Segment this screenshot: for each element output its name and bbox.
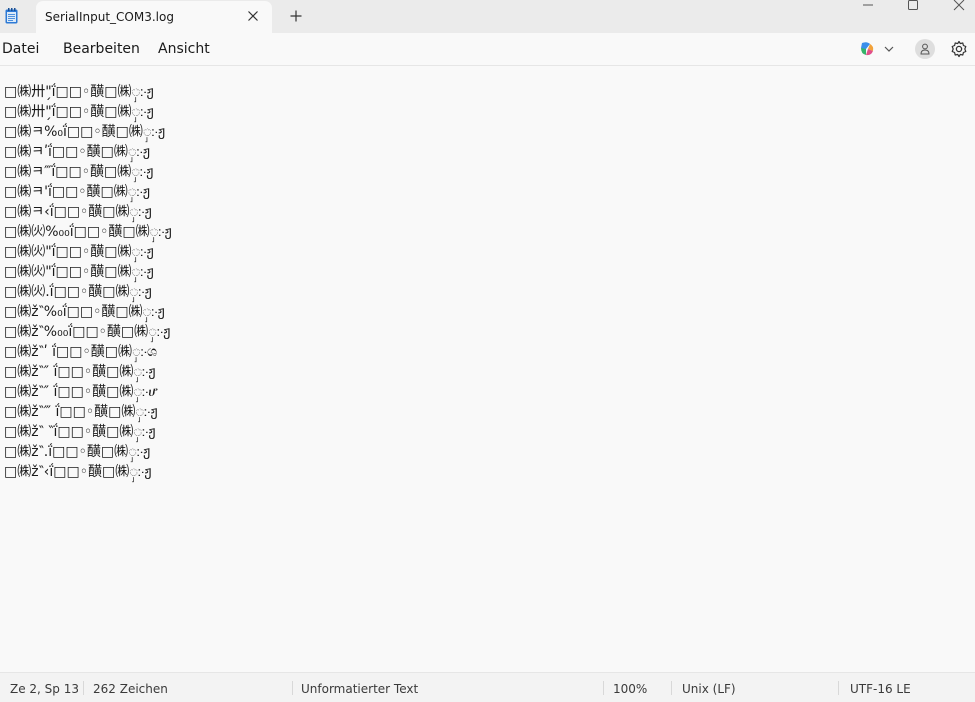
log-line: □㈱ㅋ‹ḯ□□◦䤑□㈱ှ჻ჟ	[4, 204, 152, 220]
log-line: □㈱㈫.ḯ□□◦䤑□㈱ှ჻ჟ	[4, 284, 152, 300]
window-close-icon[interactable]	[953, 0, 965, 12]
maximize-icon[interactable]	[907, 0, 919, 12]
tab-serialinput[interactable]: SerialInput_COM3.log	[36, 1, 272, 33]
log-line: □㈱ž‶‹ḯ□□◦䤑□㈱ှ჻ჟ	[4, 464, 152, 480]
status-zoom[interactable]: 100%	[613, 682, 647, 696]
log-line: □㈱ž‶%₀₀ḯ□□◦䤑□㈱ှ჻ჟ	[4, 324, 171, 340]
status-separator	[83, 681, 84, 695]
title-bar: SerialInput_COM3.log	[0, 0, 975, 33]
log-line: □㈱ㅋ‴ḯ□□◦䤑□㈱ှ჻ჟ	[4, 164, 154, 180]
menu-file[interactable]: Datei	[2, 41, 39, 57]
status-cursor-position: Ze 2, Sp 13	[10, 682, 79, 696]
log-line: □㈱㈫"ḯ□□◦䤑□㈱ှ჻ჟ	[4, 244, 154, 260]
log-line: □㈱ž‶ ‶ḯ□□◦䤑□㈱ှ჻ჟ	[4, 424, 156, 440]
log-line: □㈱ž‶ʹ ḯ□□◦䤑□㈱ှ჻ශ	[4, 344, 157, 360]
log-line: □㈱㈫%₀₀ḯ□□◦䤑□㈱ှ჻ჟ	[4, 224, 172, 240]
minimize-icon[interactable]	[862, 0, 874, 12]
log-line: □㈱ž‶.ḯ□□◦䤑□㈱ှ჻ჟ	[4, 444, 151, 460]
log-line: □㈱ž‶%₀ḯ□□◦䤑□㈱ှ჻ჟ	[4, 304, 165, 320]
menu-view[interactable]: Ansicht	[158, 41, 210, 57]
status-bar: Ze 2, Sp 13 262 Zeichen Unformatierter T…	[0, 672, 975, 702]
log-line: □㈱㈫"ḯ□□◦䤑□㈱ှ჻ჟ	[4, 264, 154, 280]
log-line: □㈱ž‶″ ḯ□□◦䤑□㈱ှ჻ሆ	[4, 384, 158, 400]
log-line: □㈱ㅋʹḯ□□◦䤑□㈱ှ჻ჟ	[4, 144, 151, 160]
status-format: Unformatierter Text	[301, 682, 419, 696]
chevron-down-icon[interactable]	[883, 43, 895, 55]
status-separator	[292, 681, 293, 695]
log-line: □㈱ㅋ'ḯ□□◦䤑□㈱ှ჻ჟ	[4, 184, 150, 200]
status-separator	[838, 681, 839, 695]
text-editor[interactable]: □㈱卅"̗ḯ□□◦䤑□㈱ှ჻ჟ □㈱卅"̗ḯ□□◦䤑□㈱ှ჻ჟ □㈱ㅋ%₀ḯ□□◦䤑…	[0, 66, 975, 672]
menu-bar: Datei Bearbeiten Ansicht	[0, 33, 975, 66]
close-icon[interactable]	[245, 8, 261, 24]
status-separator	[671, 681, 672, 695]
status-line-ending: Unix (LF)	[682, 682, 736, 696]
status-character-count: 262 Zeichen	[93, 682, 168, 696]
copilot-icon[interactable]	[858, 40, 876, 58]
status-encoding: UTF-16 LE	[850, 682, 911, 696]
account-icon[interactable]	[915, 39, 935, 59]
tab-title: SerialInput_COM3.log	[45, 10, 174, 24]
log-line: □㈱ž‶‴ ḯ□□◦䤑□㈱ှ჻ჟ	[4, 404, 158, 420]
log-line: □㈱卅"̗ḯ□□◦䤑□㈱ှ჻ჟ	[4, 104, 154, 120]
log-lines: □㈱卅"̗ḯ□□◦䤑□㈱ှ჻ჟ □㈱卅"̗ḯ□□◦䤑□㈱ှ჻ჟ □㈱ㅋ%₀ḯ□□◦䤑…	[4, 82, 172, 482]
gear-icon[interactable]	[950, 40, 968, 58]
status-separator	[603, 681, 604, 695]
log-line: □㈱卅"̗ḯ□□◦䤑□㈱ှ჻ჟ	[4, 84, 154, 100]
menu-edit[interactable]: Bearbeiten	[63, 41, 140, 57]
log-line: □㈱ž‶″ ḯ□□◦䤑□㈱ှ჻ჟ	[4, 364, 156, 380]
log-line: □㈱ㅋ%₀ḯ□□◦䤑□㈱ှ჻ჟ	[4, 124, 166, 140]
plus-icon[interactable]	[288, 8, 304, 24]
notepad-icon	[5, 8, 18, 24]
